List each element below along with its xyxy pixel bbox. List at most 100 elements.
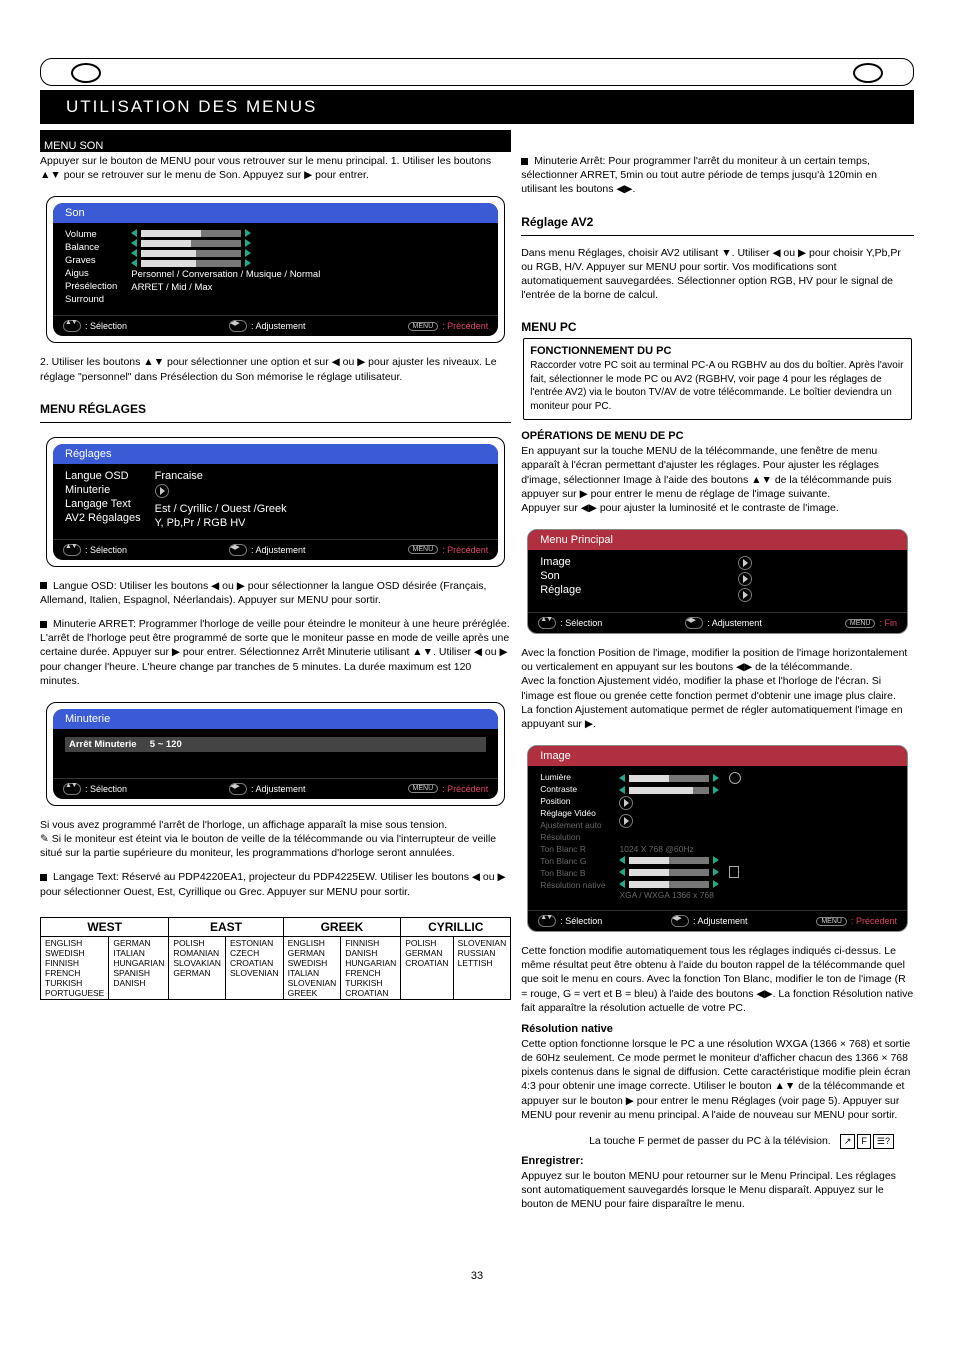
leftright-icon (671, 915, 689, 927)
osd-label: Arrêt Minuterie (69, 739, 137, 750)
bullet-icon (521, 158, 528, 165)
bullet-text: Langage Text: Réservé au PDP4220EA1, pro… (40, 870, 511, 898)
osd-label: Langage Text (65, 498, 141, 510)
slider-green[interactable] (619, 866, 895, 878)
table-cell: SLOVENIANRUSSIANLETTISH (453, 936, 511, 999)
body-text: Appuyez sur le bouton MENU pour retourne… (521, 1169, 914, 1212)
key-caption: La touche F permet de passer du PC à la … (589, 1135, 831, 1147)
osd-value: Francaise (155, 470, 487, 482)
right-arrow-icon (713, 786, 719, 794)
right-arrow-icon (245, 229, 251, 237)
slider-treble[interactable] (131, 259, 486, 267)
sub-heading: Résolution native (521, 1023, 914, 1035)
osd-label: Lumière (540, 772, 605, 782)
osd-label: Résolution (540, 832, 605, 842)
divider (521, 235, 914, 236)
osd-label: Ton Blanc R (540, 844, 605, 854)
right-arrow-icon (245, 249, 251, 257)
sub-heading: Enregistrer: (521, 1155, 914, 1167)
osd-title: Image (528, 746, 907, 766)
table-cell: FINNISHDANISHHUNGARIANFRENCHTURKISHCROAT… (341, 936, 401, 999)
key-icon: ↗ (840, 1134, 856, 1149)
sub-heading: FONCTIONNEMENT DU PC (530, 345, 905, 357)
left-arrow-icon (131, 259, 137, 267)
leftright-icon (685, 617, 703, 629)
note-text: Si vous avez programmé l'arrêt de l'horl… (40, 818, 511, 861)
osd-footer: : Sélection : Adjustement MENU: Précéden… (53, 315, 498, 336)
osd-label: Volume (65, 229, 117, 240)
leftright-icon (229, 783, 247, 795)
right-arrow-icon (713, 868, 719, 876)
page-top-tab (40, 58, 914, 86)
osd-value: 5 ~ 120 (150, 739, 182, 750)
slider-bass[interactable] (131, 249, 486, 257)
note-icon (729, 866, 739, 878)
osd-label: Réglage Vidéo (540, 808, 605, 818)
table-cell: POLISHROMANIANSLOVAKIANGERMAN (169, 936, 226, 999)
osd-image: Image Lumière Contraste Position Réglage… (527, 745, 908, 932)
pc-install-box: FONCTIONNEMENT DU PC Raccorder votre PC … (523, 338, 912, 420)
osd-title: Son (53, 203, 498, 223)
table-cell: ESTONIANCZECHCROATIANSLOVENIAN (225, 936, 283, 999)
osd-reglages: Réglages Langue OSD Minuterie Langage Te… (46, 437, 505, 567)
slider-balance[interactable] (131, 239, 486, 247)
body-text: Cette option fonctionne lorsque le PC a … (521, 1037, 914, 1122)
osd-label: Position (540, 796, 605, 806)
left-arrow-icon (619, 868, 625, 876)
osd-highlight-row[interactable]: Arrêt Minuterie 5 ~ 120 (65, 737, 486, 752)
left-arrow-icon (619, 856, 625, 864)
osd-title: Minuterie (53, 709, 498, 729)
enter-icon (738, 556, 752, 570)
language-table: WEST EAST GREEK CYRILLIC ENGLISHSWEDISHF… (40, 917, 511, 1000)
right-arrow-icon (245, 259, 251, 267)
bullet-text: Minuterie Arrêt: Pour programmer l'arrêt… (521, 154, 914, 197)
osd-footer: : Sélection : Adjustement MENU: Précéden… (53, 778, 498, 799)
body-text: En appuyant sur la touche MENU de la tél… (521, 444, 914, 515)
key-icons: ↗ F ☰? (840, 1134, 894, 1149)
sub-heading: OPÉRATIONS DE MENU DE PC (521, 430, 914, 442)
section-heading: MENU PC (521, 320, 914, 334)
osd-label: Balance (65, 242, 117, 253)
menu-pill-icon: MENU (408, 322, 439, 331)
osd-label: Présélection (65, 281, 117, 292)
osd-value: Est / Cyrillic / Ouest /Greek (155, 503, 487, 515)
section-heading: Réglage AV2 (521, 215, 914, 229)
osd-label: Graves (65, 255, 117, 266)
left-arrow-icon (131, 229, 137, 237)
page-number: 33 (40, 1270, 914, 1282)
key-icon: F (857, 1134, 871, 1149)
body-text: Raccorder votre PC soit au terminal PC-A… (530, 359, 905, 413)
osd-title: Menu Principal (528, 530, 907, 550)
menu-pill-icon: MENU (845, 619, 876, 628)
slider-volume[interactable] (131, 229, 486, 237)
page-title-bar: UTILISATION DES MENUS (40, 90, 914, 124)
menu-pill-icon: MENU (408, 784, 439, 793)
leftright-icon (229, 544, 247, 556)
slider-contrast[interactable] (619, 786, 895, 794)
updown-icon (538, 617, 556, 629)
left-arrow-icon (131, 239, 137, 247)
ring-icon (71, 63, 101, 83)
section-heading: MENU RÉGLAGES (40, 402, 511, 416)
osd-main-menu: Menu Principal Image Son Réglage : Sélec… (527, 529, 908, 634)
right-arrow-icon (245, 239, 251, 247)
left-arrow-icon (619, 774, 625, 782)
osd-label: Image (540, 556, 581, 568)
osd-footer: : Sélection : Adjustement MENU: Précéden… (53, 539, 498, 560)
osd-label: Ajustement auto (540, 820, 605, 830)
osd-value: Y, Pb,Pr / RGB HV (155, 517, 487, 529)
caption-text: 2. Utiliser les boutons ▲▼ pour sélectio… (40, 355, 511, 383)
bullet-icon (40, 582, 47, 589)
osd-label: Contraste (540, 784, 605, 794)
left-arrow-icon (131, 249, 137, 257)
osd-label: Ton Blanc B (540, 868, 605, 878)
slider-brightness[interactable] (619, 772, 895, 784)
right-arrow-icon (713, 880, 719, 888)
slider-red[interactable] (619, 856, 895, 864)
updown-icon (63, 544, 81, 556)
osd-label: Langue OSD (65, 470, 141, 482)
menu-pill-icon: MENU (408, 545, 439, 554)
updown-icon (63, 783, 81, 795)
slider-blue[interactable] (619, 880, 895, 888)
table-header: WEST (41, 917, 169, 936)
